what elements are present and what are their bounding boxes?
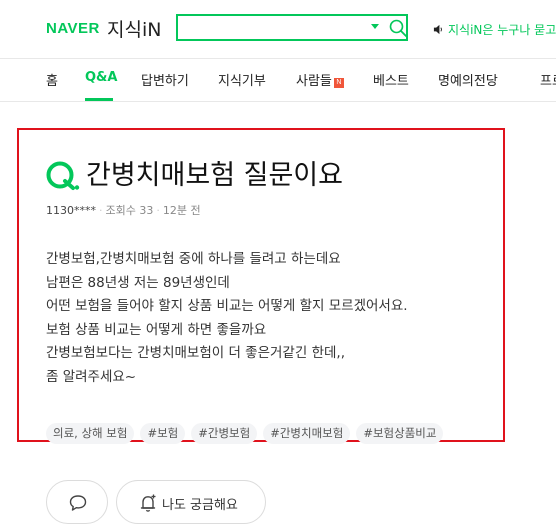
- active-tab-indicator: [85, 98, 113, 101]
- notice-text: 지식iN은 누구나 묻고: [448, 23, 556, 37]
- header: NAVER 지식iN 지식iN은 누구나 묻고: [0, 0, 556, 58]
- tag-category[interactable]: 의료, 상해 보험: [46, 423, 135, 444]
- comment-button[interactable]: [46, 480, 108, 524]
- jisikin-logo[interactable]: 지식iN: [107, 15, 161, 42]
- tag[interactable]: #간병치매보험: [263, 423, 351, 444]
- nav-item-pro[interactable]: 프로: [540, 70, 556, 89]
- curious-label: 나도 궁금해요: [162, 498, 238, 513]
- question-q-icon: Q.: [46, 161, 80, 190]
- body-line: 보험 상품 비교는 어떻게 하면 좋을까요: [46, 321, 267, 338]
- nav-item-home[interactable]: 홈: [46, 70, 58, 89]
- new-badge: N: [333, 78, 344, 88]
- nav-item-best[interactable]: 베스트: [373, 70, 409, 89]
- question-body: 간병보험,간병치매보험 중에 하나를 들려고 하는데요 남편은 88년생 저는 …: [46, 248, 496, 390]
- search-input[interactable]: [184, 19, 368, 39]
- question-meta: 1130**** · 조회수 33 · 12분 전: [46, 204, 201, 217]
- tag[interactable]: #보험: [140, 423, 186, 444]
- question-title: 간병치매보험 질문이요: [86, 160, 343, 191]
- tag-list: 의료, 상해 보험 #보험 #간병보험 #간병치매보험 #보험상품비교: [46, 422, 449, 444]
- time-ago: 12분 전: [162, 204, 201, 217]
- naver-logo[interactable]: NAVER: [46, 20, 100, 37]
- curious-button[interactable]: 나도 궁금해요: [116, 480, 266, 524]
- bell-icon: [140, 494, 156, 512]
- nav-item-people[interactable]: 사람들 N: [296, 70, 344, 89]
- speech-bubble-icon: [69, 495, 87, 511]
- nav-item-answer[interactable]: 답변하기: [141, 70, 189, 89]
- nav-item-qna[interactable]: Q&A: [85, 70, 117, 85]
- body-line: 남편은 88년생 저는 89년생인데: [46, 274, 230, 291]
- main-nav: 홈 Q&A 답변하기 지식기부 사람들N 베스트 명예의전당 프로: [0, 58, 556, 102]
- search-icon[interactable]: [388, 18, 408, 38]
- speaker-icon: [433, 24, 442, 35]
- nav-item-donate[interactable]: 지식기부: [218, 70, 266, 89]
- nav-item-people-label: 사람들: [296, 74, 332, 89]
- tag[interactable]: #간병보험: [191, 423, 258, 444]
- body-line: 어떤 보험을 들어야 할지 상품 비교는 어떻게 할지 모르겠어서요.: [46, 298, 408, 315]
- body-line: 간병보험,간병치매보험 중에 하나를 들려고 하는데요: [46, 251, 341, 267]
- search-option-chevron-icon[interactable]: [371, 24, 379, 29]
- body-line: 좀 알려주세요~: [46, 368, 137, 385]
- tag[interactable]: #보험상품비교: [356, 423, 444, 444]
- search-box: [176, 14, 408, 41]
- view-count: 조회수 33: [105, 204, 154, 217]
- nav-item-hall-of-fame[interactable]: 명예의전당: [438, 70, 498, 89]
- notice-link[interactable]: 지식iN은 누구나 묻고: [433, 21, 556, 38]
- author-id[interactable]: 1130****: [46, 204, 96, 217]
- body-line: 간병보험보다는 간병치매보험이 더 좋은거같긴 한데,,: [46, 345, 345, 362]
